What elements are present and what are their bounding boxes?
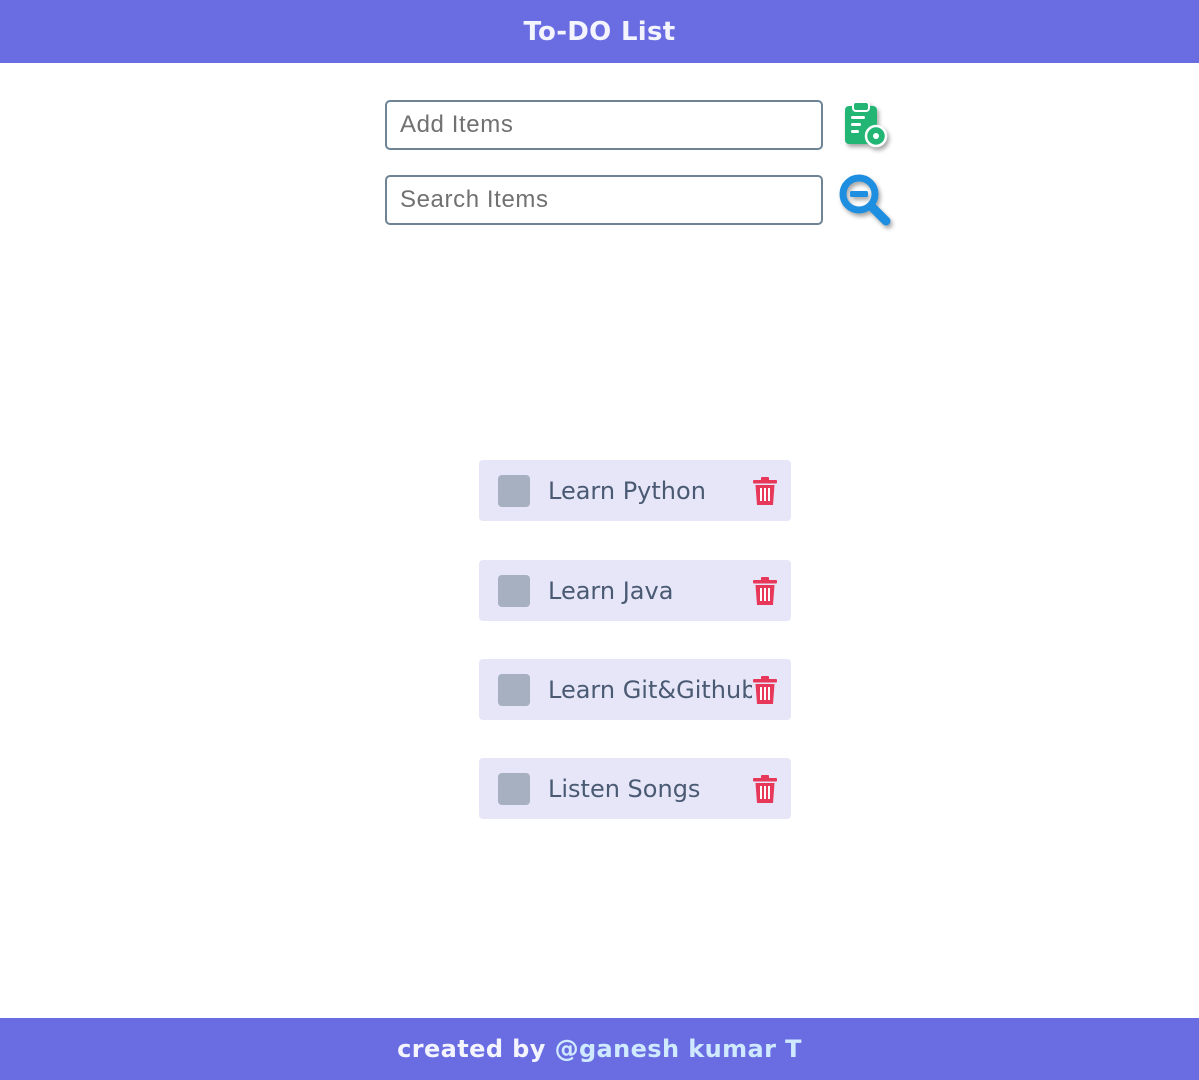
search-input[interactable] [385,175,823,225]
trash-icon [753,476,777,505]
item-checkbox[interactable] [498,474,530,507]
add-item-button[interactable] [837,97,893,153]
footer-bar: created by @ganesh kumar T [0,1018,1199,1080]
page-title: To-DO List [523,16,676,47]
trash-icon [753,576,777,605]
search-button[interactable] [837,172,893,228]
todo-item: Learn Python [479,460,791,521]
delete-button[interactable] [752,576,778,606]
item-label: Listen Songs [548,774,701,803]
todo-app: To-DO List Learn Pytho [0,0,1199,1080]
item-label: Learn Git&Github [548,675,752,704]
item-checkbox[interactable] [498,574,530,607]
header-bar: To-DO List [0,0,1199,63]
todo-item: Learn Java [479,560,791,621]
search-row [385,172,895,228]
item-label: Learn Java [548,576,674,605]
item-checkbox[interactable] [498,772,530,805]
delete-button[interactable] [752,774,778,804]
add-item-input[interactable] [385,100,823,150]
item-checkbox[interactable] [498,673,530,706]
add-item-row [385,100,895,150]
todo-item: Listen Songs [479,758,791,819]
todo-item: Learn Git&Github [479,659,791,720]
clipboard-add-icon [845,101,888,148]
search-minus-icon [839,174,891,226]
trash-icon [753,675,777,704]
delete-button[interactable] [752,675,778,705]
footer-author-link[interactable]: @ganesh kumar T [555,1035,802,1063]
item-label: Learn Python [548,476,706,505]
footer-credit: created by @ganesh kumar T [397,1035,802,1063]
footer-prefix: created by [397,1035,546,1063]
delete-button[interactable] [752,476,778,506]
trash-icon [753,774,777,803]
